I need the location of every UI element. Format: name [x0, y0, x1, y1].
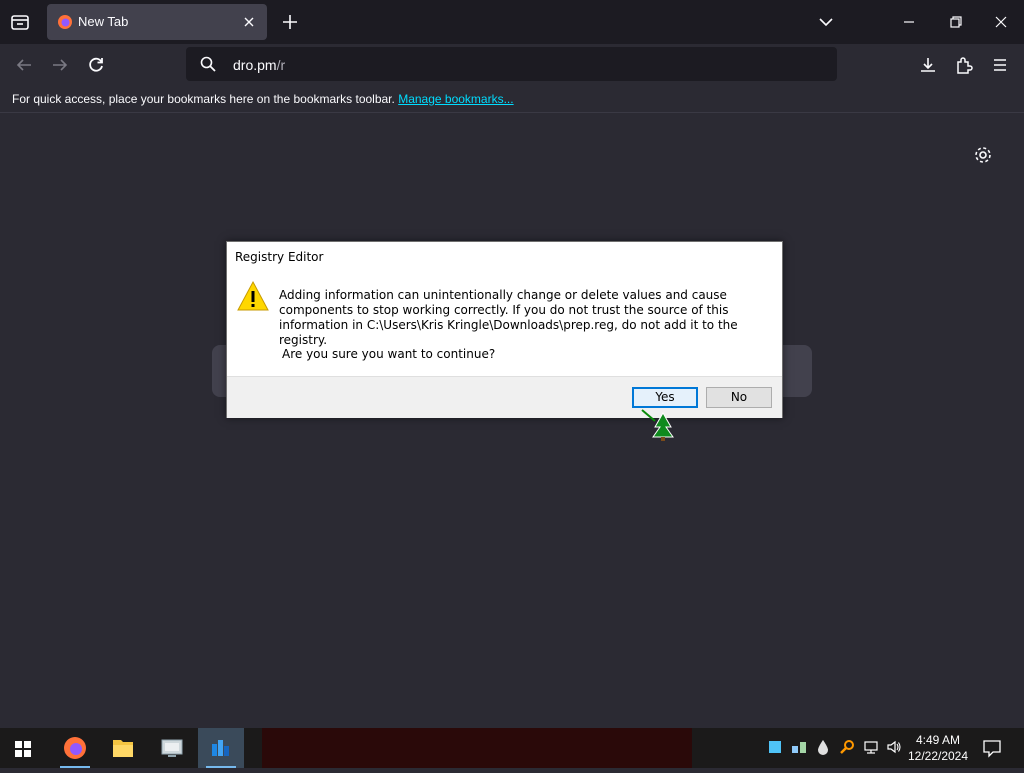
restore-icon[interactable] — [943, 10, 967, 34]
christmas-tree-cursor-icon — [641, 409, 675, 443]
extensions-icon[interactable] — [952, 53, 976, 77]
bookmarks-toolbar: For quick access, place your bookmarks h… — [0, 86, 1024, 113]
forward-icon[interactable] — [48, 53, 72, 77]
tray-network-share-icon[interactable] — [791, 738, 807, 756]
dialog-question: Are you sure you want to continue? — [282, 347, 496, 361]
close-window-icon[interactable] — [989, 10, 1013, 34]
tab-bar: New Tab — [0, 0, 1024, 44]
tray-droplet-icon[interactable] — [815, 738, 831, 756]
bookmarks-message: For quick access, place your bookmarks h… — [12, 92, 395, 106]
registry-editor-dialog: Registry Editor Adding information can u… — [226, 241, 783, 418]
menu-icon[interactable] — [988, 53, 1012, 77]
dialog-message: Adding information can unintentionally c… — [279, 288, 738, 347]
start-button[interactable] — [0, 728, 46, 768]
bookmarks-hint: For quick access, place your bookmarks h… — [12, 92, 514, 106]
address-bar[interactable]: dro.pm/r — [186, 47, 837, 81]
url-host: dro.pm — [233, 57, 277, 73]
firefox-view-icon[interactable] — [8, 10, 32, 34]
desktop-background — [262, 728, 692, 768]
url-path: /r — [276, 57, 286, 73]
warning-icon — [237, 280, 269, 312]
taskbar-firefox-icon[interactable] — [52, 728, 98, 768]
taskbar-file-explorer-icon[interactable] — [100, 728, 146, 768]
taskbar-remote-desktop-icon[interactable] — [150, 728, 196, 768]
dialog-button-bar: Yes No — [227, 376, 782, 418]
search-icon — [200, 56, 216, 72]
dialog-title: Registry Editor — [235, 250, 324, 264]
no-button[interactable]: No — [706, 387, 772, 408]
taskbar: 4:49 AM 12/22/2024 — [0, 728, 1024, 768]
tray-volume-icon[interactable] — [886, 738, 902, 756]
yes-button[interactable]: Yes — [632, 387, 698, 408]
clock-time: 4:49 AM — [915, 733, 961, 747]
notification-center-icon[interactable] — [982, 738, 1002, 758]
tab-title: New Tab — [78, 14, 129, 29]
url-text[interactable]: dro.pm/r — [233, 57, 285, 73]
tray-network-icon[interactable] — [863, 738, 879, 756]
firefox-icon — [57, 14, 73, 30]
tab-new-tab[interactable]: New Tab — [47, 4, 267, 40]
new-tab-icon[interactable] — [280, 12, 300, 32]
back-icon[interactable] — [12, 53, 36, 77]
tray-app-icon[interactable] — [767, 738, 783, 756]
manage-bookmarks-link[interactable]: Manage bookmarks... — [398, 92, 513, 106]
minimize-icon[interactable] — [897, 10, 921, 34]
taskbar-clock[interactable]: 4:49 AM 12/22/2024 — [905, 732, 971, 764]
list-all-tabs-icon[interactable] — [814, 10, 838, 34]
reload-icon[interactable] — [84, 53, 108, 77]
clock-date: 12/22/2024 — [907, 749, 969, 763]
taskbar-registry-editor-icon[interactable] — [198, 728, 244, 768]
settings-gear-icon[interactable] — [973, 145, 993, 165]
navigation-toolbar: dro.pm/r — [0, 44, 1024, 86]
tray-search-tool-icon[interactable] — [839, 738, 855, 756]
downloads-icon[interactable] — [916, 53, 940, 77]
close-tab-icon[interactable] — [241, 14, 257, 30]
